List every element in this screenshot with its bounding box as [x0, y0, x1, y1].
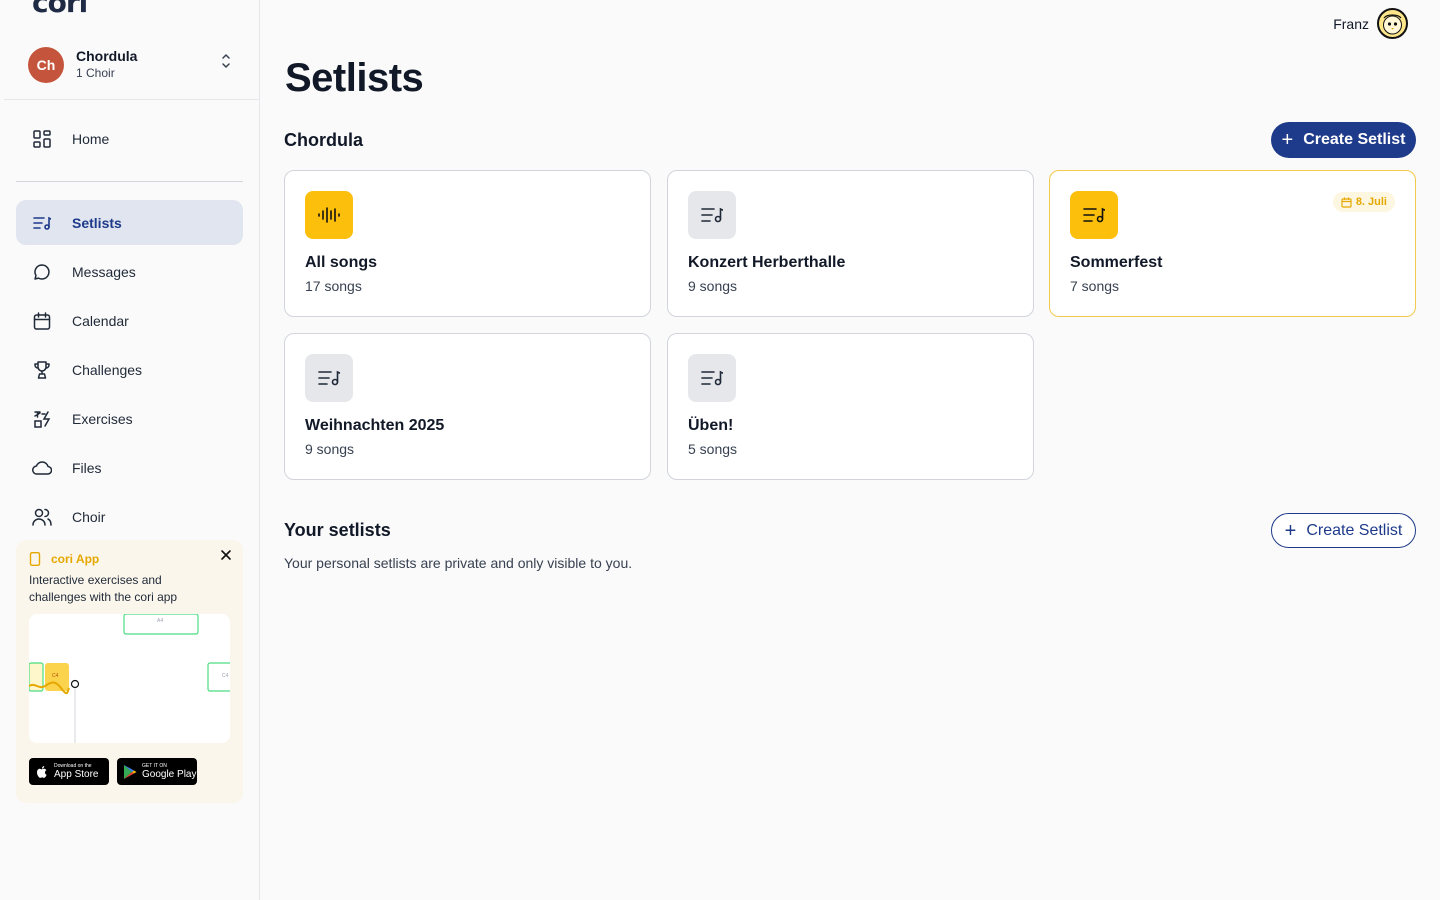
cloud-icon — [32, 458, 52, 478]
setlist-count: 9 songs — [305, 441, 355, 457]
dashboard-icon — [32, 129, 52, 149]
close-icon[interactable] — [219, 548, 233, 562]
setlist-icon — [688, 191, 736, 239]
setlist-name: Weihnachten 2025 — [305, 417, 445, 434]
setlist-card-weihnachten-2025[interactable]: Weihnachten 2025 9 songs — [284, 333, 651, 480]
nav-challenges[interactable]: Challenges — [16, 347, 243, 392]
nav-home[interactable]: Home — [16, 116, 243, 161]
create-setlist-button[interactable]: + Create Setlist — [1271, 122, 1416, 158]
nav-exercises-label: Exercises — [72, 410, 133, 427]
app-store-big: App Store — [54, 769, 99, 780]
message-icon — [32, 262, 52, 282]
google-play-icon — [124, 764, 137, 779]
apple-icon — [37, 765, 47, 778]
nav-calendar[interactable]: Calendar — [16, 298, 243, 343]
preview-note-label: A4 — [157, 618, 164, 624]
personal-section-title: Your setlists — [284, 520, 391, 540]
page-title: Setlists — [285, 56, 424, 100]
phone-icon — [29, 551, 43, 567]
trophy-icon — [32, 360, 52, 380]
preview-note-label: C4 — [52, 673, 59, 679]
choir-name: Chordula — [76, 48, 138, 64]
choir-section-title: Chordula — [284, 130, 363, 150]
nav-setlists-label: Setlists — [72, 214, 122, 231]
setlist-name: Konzert Herberthalle — [688, 254, 846, 271]
avatar — [1377, 8, 1408, 39]
setlist-count: 17 songs — [305, 278, 362, 294]
setlist-name: All songs — [305, 254, 378, 271]
chevron-up-down-icon — [222, 54, 230, 68]
app-store-button[interactable]: Download on the App Store — [29, 758, 109, 785]
nav-divider — [16, 181, 243, 182]
create-personal-setlist-label: Create Setlist — [1306, 521, 1403, 539]
date-badge: 8. Juli — [1332, 192, 1395, 212]
plus-icon: + — [1284, 519, 1297, 542]
users-icon — [32, 507, 52, 527]
preview-note-label: C4 — [222, 673, 229, 679]
setlist-icon — [305, 354, 353, 402]
user-name: Franz — [1333, 15, 1369, 32]
choir-count: 1 Choir — [76, 66, 115, 80]
sidebar: cori Ch Chordula 1 Choir Home Setlists M… — [0, 0, 260, 900]
setlist-icon — [32, 213, 52, 233]
nav-calendar-label: Calendar — [72, 312, 129, 329]
setlist-count: 5 songs — [688, 441, 738, 457]
create-setlist-label: Create Setlist — [1303, 131, 1406, 148]
nav-choir[interactable]: Choir — [16, 494, 243, 539]
audio-wave-icon — [305, 191, 353, 239]
choir-switcher[interactable]: Ch Chordula 1 Choir — [4, 30, 259, 100]
nav-files-label: Files — [72, 459, 102, 476]
calendar-icon — [1341, 197, 1352, 208]
setlist-card-sommerfest[interactable]: 8. Juli Sommerfest 7 songs — [1049, 170, 1416, 317]
nav-home-label: Home — [72, 130, 110, 147]
promo-description: Interactive exercises and challenges wit… — [29, 573, 178, 604]
choir-avatar: Ch — [28, 46, 64, 83]
google-play-big: Google Play — [142, 769, 197, 780]
setlist-name: Sommerfest — [1070, 254, 1163, 271]
plus-icon: + — [1281, 129, 1294, 151]
app-preview-image: A4 C4 C4 — [29, 614, 230, 743]
nav-challenges-label: Challenges — [72, 361, 143, 378]
nav-choir-label: Choir — [72, 508, 106, 525]
google-play-button[interactable]: GET IT ON Google Play — [117, 758, 197, 785]
setlist-name: Üben! — [688, 417, 734, 434]
setlist-count: 7 songs — [1070, 278, 1120, 294]
setlist-count: 9 songs — [688, 278, 738, 294]
nav-files[interactable]: Files — [16, 445, 243, 490]
user-menu[interactable]: Franz — [1333, 8, 1408, 39]
calendar-icon — [32, 311, 52, 331]
setlist-card-ueben[interactable]: Üben! 5 songs — [667, 333, 1034, 480]
nav-messages-label: Messages — [72, 263, 136, 280]
nav-messages[interactable]: Messages — [16, 249, 243, 294]
app-logo[interactable]: cori — [32, 0, 88, 19]
setlist-icon — [1070, 191, 1118, 239]
setlist-card-konzert-herberthalle[interactable]: Konzert Herberthalle 9 songs — [667, 170, 1034, 317]
nav-exercises[interactable]: Exercises — [16, 396, 243, 441]
promo-title: cori App — [51, 552, 100, 566]
nav-setlists[interactable]: Setlists — [16, 200, 243, 245]
setlist-icon — [688, 354, 736, 402]
create-personal-setlist-button[interactable]: + Create Setlist — [1271, 513, 1416, 548]
app-promo-card: cori App Interactive exercises and chall… — [16, 540, 243, 803]
date-badge-label: 8. Juli — [1355, 196, 1387, 208]
setlist-card-all-songs[interactable]: All songs 17 songs — [284, 170, 651, 317]
personal-section-description: Your personal setlists are private and o… — [284, 555, 633, 571]
exercise-icon — [32, 409, 52, 429]
